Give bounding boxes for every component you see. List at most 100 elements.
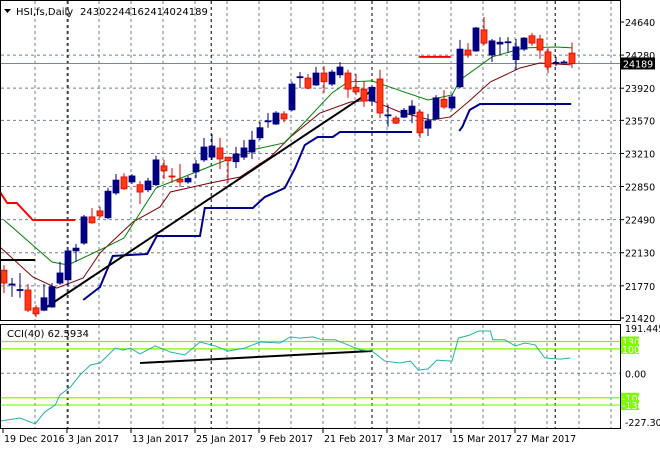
bull-candle-body <box>384 114 392 117</box>
bull-candle-body <box>472 27 480 52</box>
price-tick-label: 23920 <box>625 84 655 95</box>
trendline <box>44 89 374 310</box>
candle <box>128 174 136 184</box>
bull-candle-body <box>456 48 464 88</box>
bull-candle-body <box>368 86 376 102</box>
bull-candle-body <box>296 76 304 79</box>
bear-candle-body <box>24 289 32 311</box>
bull-candle-body <box>400 109 408 118</box>
candle <box>240 140 248 160</box>
candle <box>280 111 288 123</box>
candle <box>272 111 280 125</box>
bull-candle-body <box>336 66 344 76</box>
candle <box>32 305 40 318</box>
chart-symbol: HSI,fs,Daily <box>16 7 73 18</box>
bear-candle-body <box>32 307 40 315</box>
candle <box>256 121 264 141</box>
candle <box>80 215 88 245</box>
bull-candle-body <box>128 175 136 183</box>
candle <box>64 247 72 287</box>
bear-candle-body <box>88 216 96 224</box>
bull-candle-body <box>16 289 24 291</box>
date-tick-label: 9 Feb 2017 <box>260 434 313 445</box>
price-tick-label: 21770 <box>625 282 655 293</box>
candle <box>360 81 368 108</box>
candle <box>296 72 304 89</box>
bear-candle-body <box>160 165 168 172</box>
bear-candle-body <box>96 210 104 217</box>
bull-candle-body <box>552 62 560 64</box>
bull-candle-body <box>144 180 152 191</box>
candle <box>8 278 16 297</box>
bear-candle-body <box>280 113 288 120</box>
bear-candle-body <box>0 269 8 284</box>
candle <box>336 61 344 79</box>
candle <box>0 265 8 294</box>
ohlc-close: 24189 <box>176 7 208 18</box>
bull-candle-body <box>448 96 456 109</box>
bull-candle-body <box>8 283 16 286</box>
bear-candle-body <box>168 175 176 178</box>
bear-candle-body <box>480 29 488 44</box>
candle <box>472 27 480 52</box>
bear-candle-body <box>224 156 232 162</box>
slow-moving-average-line <box>0 62 572 289</box>
bull-candle-body <box>104 190 112 219</box>
bull-candle-body <box>64 250 72 281</box>
candle <box>528 33 536 46</box>
date-tick-label: 13 Jan 2017 <box>132 434 189 445</box>
candle <box>104 187 112 220</box>
bear-candle-body <box>528 35 536 44</box>
price-tick-label: 23210 <box>625 149 655 160</box>
bear-candle-body <box>136 184 144 193</box>
candle <box>112 174 120 195</box>
bear-candle-body <box>392 117 400 124</box>
bear-candle-body <box>304 77 312 89</box>
candle <box>88 208 96 224</box>
bull-candle-body <box>232 153 240 163</box>
bear-candle-body <box>320 72 328 83</box>
bull-candle-body <box>496 41 504 45</box>
bull-candle-body <box>504 41 512 44</box>
candle <box>40 283 48 312</box>
candle <box>560 60 568 64</box>
date-tick-label: 21 Feb 2017 <box>324 434 383 445</box>
bull-candle-body <box>328 71 336 85</box>
bull-candle-body <box>432 97 440 120</box>
candle <box>48 283 56 308</box>
candle <box>520 37 528 51</box>
bull-candle-body <box>48 286 56 308</box>
cci-tick-label: 0.00 <box>625 369 646 380</box>
candle <box>120 173 128 190</box>
candle <box>56 261 64 285</box>
bear-candle-body <box>416 111 424 134</box>
date-tick-label: 27 Mar 2017 <box>516 434 576 445</box>
candle <box>352 73 360 96</box>
collapse-triangle-icon[interactable] <box>4 9 11 13</box>
price-tick-label: 24640 <box>625 18 655 29</box>
date-tick-label: 3 Jan 2017 <box>68 434 119 445</box>
candle <box>480 16 488 45</box>
bear-candle-body <box>544 51 552 68</box>
candle <box>232 147 240 169</box>
red-stop-line <box>0 191 76 222</box>
bull-candle-body <box>312 72 320 86</box>
date-tick-label: 15 Mar 2017 <box>452 434 512 445</box>
candle <box>400 107 408 119</box>
candle <box>176 164 184 188</box>
candle <box>288 81 296 112</box>
main-panel-frame <box>0 0 621 321</box>
bull-candle-body <box>200 146 208 161</box>
candle <box>96 206 104 218</box>
candle <box>368 84 376 103</box>
current-price-label: 24189 <box>623 59 653 70</box>
bull-candle-body <box>288 83 296 111</box>
candle <box>200 137 208 162</box>
cci-label: CCI(40) 62.5934 <box>7 329 89 340</box>
price-tick-label: 22850 <box>625 183 655 194</box>
bull-candle-body <box>520 37 528 50</box>
bull-candle-body <box>56 272 64 284</box>
trading-chart[interactable]: 2464024280239202357023210228502249022130… <box>0 0 660 450</box>
candle <box>424 113 432 136</box>
cci-panel <box>0 330 620 425</box>
